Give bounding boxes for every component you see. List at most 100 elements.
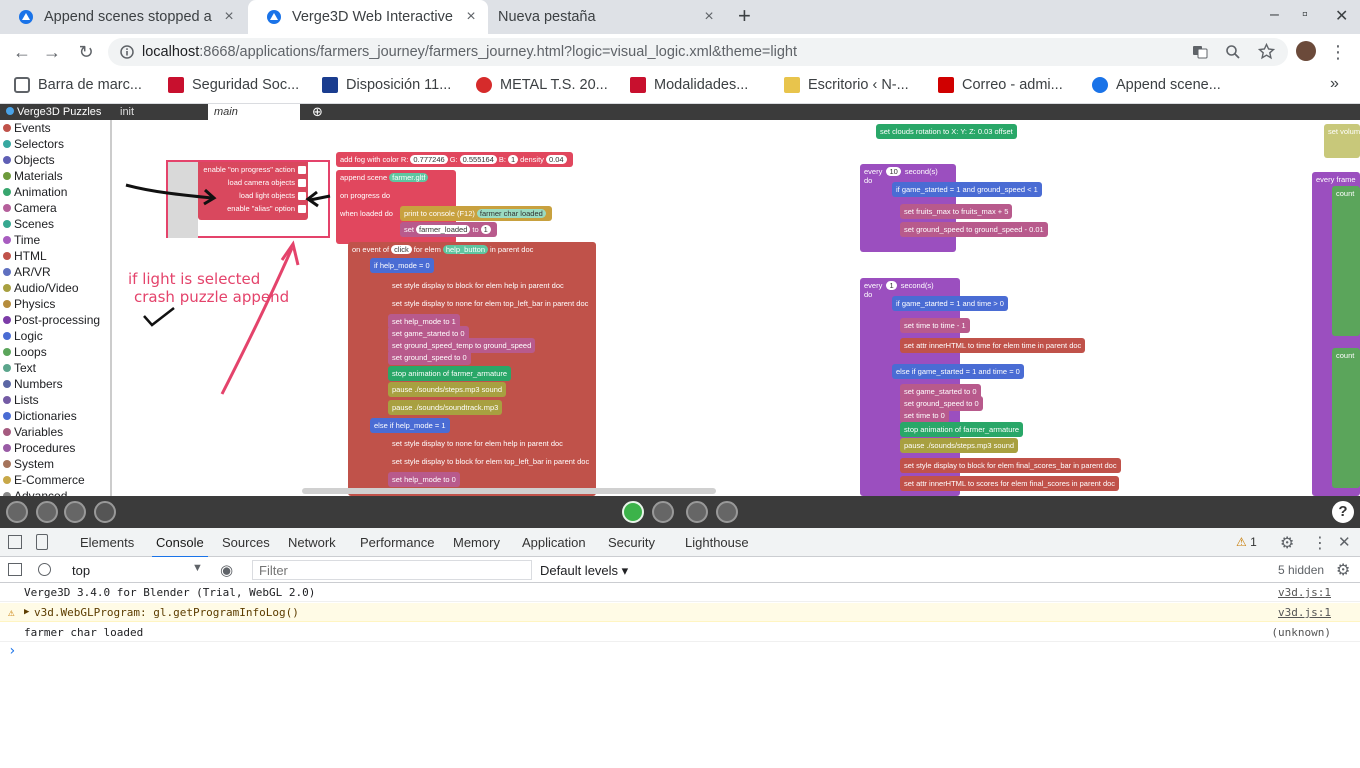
- puzzle-line-block[interactable]: stop animation of farmer_armature: [900, 422, 1024, 437]
- settings-gear-icon[interactable]: ⚙: [1280, 533, 1294, 553]
- puzzle-line-block[interactable]: set attr innerHTML to time for elem time…: [900, 338, 1086, 353]
- category-camera[interactable]: Camera: [0, 200, 110, 216]
- clear-console-icon[interactable]: [38, 563, 51, 576]
- device-toggle-icon[interactable]: [36, 534, 48, 550]
- tab-close-icon[interactable]: ×: [220, 8, 238, 26]
- expand-triangle-icon[interactable]: ▶: [24, 603, 29, 622]
- puzzle-line-block[interactable]: set style display to none for elem help …: [388, 436, 567, 451]
- tab-nueva-pestana[interactable]: Nueva pestaña ×: [480, 0, 726, 34]
- puzzle-line-block[interactable]: if help_mode = 0: [370, 258, 434, 273]
- category-animation[interactable]: Animation: [0, 184, 110, 200]
- bookmark-item[interactable]: Escritorio ‹ N-...: [784, 77, 909, 93]
- puzzle-line-block[interactable]: else if help_mode = 1: [370, 418, 450, 433]
- warning-icon[interactable]: ⚠ 1: [1236, 535, 1257, 549]
- category-audio-video[interactable]: Audio/Video: [0, 280, 110, 296]
- devtools-tab-network[interactable]: Network: [288, 535, 336, 550]
- devtools-tab-sources[interactable]: Sources: [222, 535, 270, 550]
- puzzle-line-block[interactable]: set time to time - 1: [900, 318, 970, 333]
- eye-icon[interactable]: ◉: [220, 561, 233, 579]
- console-prompt[interactable]: ›: [8, 643, 16, 659]
- back-icon[interactable]: ←: [10, 42, 34, 63]
- levels-select[interactable]: Default levels ▾: [540, 563, 628, 579]
- puzzle-line-block[interactable]: stop animation of farmer_armature: [388, 366, 512, 381]
- puzzle-line-block[interactable]: set attr innerHTML to scores for elem fi…: [900, 476, 1120, 491]
- tab-verge3d[interactable]: Verge3D Web Interactive ×: [248, 0, 488, 34]
- tab-append-scenes[interactable]: Append scenes stopped a ×: [0, 0, 246, 34]
- tab-close-icon[interactable]: ×: [462, 8, 480, 26]
- set-farmer-loaded-block[interactable]: set farmer_loaded to 1: [400, 222, 497, 237]
- tab-close-icon[interactable]: ×: [700, 8, 718, 26]
- category-dictionaries[interactable]: Dictionaries: [0, 408, 110, 424]
- bookmark-item[interactable]: Modalidades...: [630, 77, 748, 93]
- fog-block[interactable]: add fog with color R: 0.777246 G: 0.555164 B…: [336, 152, 573, 167]
- category-variables[interactable]: Variables: [0, 424, 110, 440]
- category-events[interactable]: Events: [0, 120, 110, 136]
- bookmark-item[interactable]: Append scene...: [1092, 77, 1221, 93]
- bookmark-item[interactable]: METAL T.S. 20...: [476, 77, 608, 93]
- bookmark-folder[interactable]: Barra de marc...: [14, 77, 142, 93]
- bookmark-item[interactable]: Correo - admi...: [938, 77, 1063, 93]
- puzzle-line-block[interactable]: set ground_speed to ground_speed - 0.01: [900, 222, 1048, 237]
- tab-init[interactable]: init: [114, 104, 204, 120]
- filter-input[interactable]: [252, 560, 532, 580]
- category-html[interactable]: HTML: [0, 248, 110, 264]
- puzzle-line-block[interactable]: if game_started = 1 and time > 0: [892, 296, 1008, 311]
- bookmarks-more-button[interactable]: »: [1330, 75, 1339, 93]
- set-volume-block[interactable]: set volum: [1324, 124, 1360, 158]
- bookmark-star-icon[interactable]: [1258, 43, 1275, 60]
- category-selectors[interactable]: Selectors: [0, 136, 110, 152]
- workspace[interactable]: enable "on progress" action load camera o…: [112, 120, 1360, 496]
- category-materials[interactable]: Materials: [0, 168, 110, 184]
- save-icon[interactable]: [6, 501, 28, 523]
- category-physics[interactable]: Physics: [0, 296, 110, 312]
- category-lists[interactable]: Lists: [0, 392, 110, 408]
- puzzle-line-block[interactable]: set style display to block for elem top_…: [388, 454, 594, 469]
- tab-main[interactable]: main: [208, 104, 300, 120]
- category-e-commerce[interactable]: E-Commerce: [0, 472, 110, 488]
- puzzle-line-block[interactable]: set fruits_max to fruits_max + 5: [900, 204, 1013, 219]
- window-icon[interactable]: [36, 501, 58, 523]
- puzzle-line-block[interactable]: set style display to block for elem fina…: [900, 458, 1121, 473]
- category-scenes[interactable]: Scenes: [0, 216, 110, 232]
- add-tab-icon[interactable]: ⊕: [306, 104, 323, 120]
- devtools-tab-memory[interactable]: Memory: [453, 535, 500, 550]
- horizontal-scrollbar[interactable]: [302, 488, 716, 494]
- category-system[interactable]: System: [0, 456, 110, 472]
- forward-icon[interactable]: →: [40, 42, 64, 63]
- undo-icon[interactable]: [686, 501, 708, 523]
- zoom-icon[interactable]: [1225, 44, 1241, 60]
- puzzle-line-block[interactable]: if game_started = 1 and ground_speed < 1: [892, 182, 1042, 197]
- translate-icon[interactable]: [1192, 44, 1208, 60]
- puzzle-line-block[interactable]: set time to 0: [900, 408, 949, 423]
- category-time[interactable]: Time: [0, 232, 110, 248]
- devtools-tab-security[interactable]: Security: [608, 535, 655, 550]
- avatar[interactable]: [1296, 41, 1316, 61]
- category-text[interactable]: Text: [0, 360, 110, 376]
- category-ar-vr[interactable]: AR/VR: [0, 264, 110, 280]
- screenshot-icon[interactable]: [64, 501, 86, 523]
- restore-button[interactable]: ▫: [1302, 6, 1308, 24]
- inspect-element-icon[interactable]: [8, 535, 22, 549]
- category-loops[interactable]: Loops: [0, 344, 110, 360]
- log-row-warning[interactable]: ⚠ ▶ v3d.WebGLProgram: gl.getProgramInfoL…: [0, 603, 1360, 622]
- help-icon[interactable]: ?: [1332, 501, 1354, 523]
- redo-icon[interactable]: [716, 501, 738, 523]
- puzzle-line-block[interactable]: pause ./sounds/steps.mp3 sound: [900, 438, 1019, 453]
- puzzle-line-block[interactable]: else if game_started = 1 and time = 0: [892, 364, 1024, 379]
- devtools-tab-elements[interactable]: Elements: [80, 535, 134, 550]
- target-icon[interactable]: [94, 501, 116, 523]
- stop-icon[interactable]: [652, 501, 674, 523]
- address-bar[interactable]: localhost:8668/applications/farmers_jour…: [108, 38, 1288, 66]
- puzzle-line-block[interactable]: pause ./sounds/steps.mp3 sound: [388, 382, 507, 397]
- log-source-link[interactable]: v3d.js:1: [1278, 603, 1331, 622]
- context-select[interactable]: top: [72, 563, 90, 578]
- run-icon[interactable]: [622, 501, 644, 523]
- console-settings-gear-icon[interactable]: ⚙: [1336, 560, 1350, 580]
- devtools-tab-performance[interactable]: Performance: [360, 535, 434, 550]
- count-loop-block[interactable]: count: [1332, 186, 1360, 336]
- category-numbers[interactable]: Numbers: [0, 376, 110, 392]
- puzzle-line-block[interactable]: set help_mode to 0: [388, 472, 460, 487]
- sidebar-toggle-icon[interactable]: [8, 563, 22, 576]
- devtools-tab-lighthouse[interactable]: Lighthouse: [685, 535, 749, 550]
- close-devtools-icon[interactable]: ✕: [1338, 533, 1351, 551]
